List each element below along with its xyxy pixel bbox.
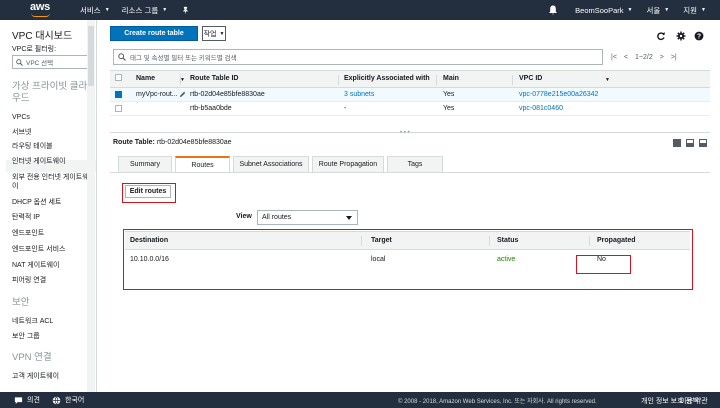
layout-full-icon[interactable] (673, 139, 681, 147)
table-row[interactable]: rtb-b5aa0bde - Yes vpc-081c0460 (110, 102, 710, 116)
highlight-edit-routes (122, 183, 176, 203)
sidebar-scrollbar[interactable] (87, 20, 95, 392)
pagination: |< < 1~2/2 > >| (611, 51, 711, 63)
col-name[interactable]: Name (136, 75, 155, 82)
sidebar-item-nat-gateways[interactable]: NAT 게이트웨이 (12, 261, 94, 270)
vpc-filter-select[interactable]: VPC 선택 (12, 55, 88, 69)
section-vpn: VPN 연결 (12, 352, 52, 363)
sidebar-title[interactable]: VPC 대시보드 (12, 27, 72, 42)
next-page-icon[interactable]: > (660, 54, 664, 61)
highlight-propagated (576, 255, 631, 274)
chevron-down-icon (346, 216, 352, 220)
region-menu[interactable]: 서울 ▼ (646, 5, 669, 16)
pane-splitter[interactable]: • • • (110, 130, 710, 136)
services-menu[interactable]: 서비스 ▼ (80, 5, 110, 16)
feedback-icon (14, 396, 23, 404)
select-all-checkbox[interactable] (115, 74, 122, 81)
pane-layout-controls (668, 139, 707, 147)
col-explicit-assoc[interactable]: Explicitly Associated with (344, 75, 430, 82)
last-page-icon[interactable]: >| (671, 54, 677, 61)
section-virtual-cloud: 가상 프라이빗 클라우드 (12, 81, 88, 104)
col-route-table-id[interactable]: Route Table ID (190, 75, 238, 82)
caret-down-icon: ▼ (701, 7, 706, 13)
language-selector[interactable]: 한국어 (52, 395, 84, 405)
sort-icon[interactable]: ▼ (180, 77, 185, 83)
tab-subnet-associations[interactable]: Subnet Associations (233, 156, 309, 173)
subnets-link[interactable]: 3 subnets (344, 91, 374, 98)
feedback-link[interactable]: 의견 (14, 395, 40, 405)
sidebar-item-elastic-ips[interactable]: 탄력적 IP (12, 213, 94, 222)
tab-route-propagation[interactable]: Route Propagation (312, 156, 384, 173)
terms-link[interactable]: 이용 약관 (680, 396, 708, 406)
user-menu[interactable]: BeomSooPark ▼ (575, 6, 632, 15)
create-route-table-button[interactable]: Create route table (110, 26, 198, 41)
table-row[interactable]: myVpc-rout... rtb-02d04e85bfe8830ae 3 su… (110, 88, 710, 102)
bell-icon[interactable] (547, 4, 559, 16)
route-tables-table: Name ▼ Route Table ID Explicitly Associa… (110, 70, 710, 116)
aws-logo[interactable]: aws (30, 0, 72, 20)
vpc-link[interactable]: vpc-0778e215e00a26342 (519, 91, 598, 98)
tab-tags[interactable]: Tags (387, 156, 443, 173)
filter-label: VPC로 필터링: (12, 46, 57, 53)
sidebar-item-internet-gateways[interactable]: 인터넷 게이트웨이 (12, 157, 94, 166)
edit-icon[interactable] (179, 91, 186, 98)
sort-icon[interactable]: ▼ (605, 77, 610, 83)
table-header: Name ▼ Route Table ID Explicitly Associa… (110, 70, 710, 88)
sidebar-item-subnets[interactable]: 서브넷 (12, 128, 94, 137)
copyright: © 2008 - 2018, Amazon Web Services, Inc.… (398, 399, 597, 405)
route-table-label: Route Table: rtb-02d04e85bfe8830ae (113, 139, 232, 146)
resource-groups-menu[interactable]: 리소스 그룹 ▼ (122, 5, 168, 16)
sidebar-item-endpoint-services[interactable]: 엔드포인트 서비스 (12, 245, 94, 254)
row-checkbox[interactable] (115, 105, 122, 112)
caret-down-icon: ▼ (162, 7, 168, 13)
search-input[interactable]: 태그 및 속성별 필터 또는 키워드별 검색 (113, 49, 603, 65)
sidebar-item-peering[interactable]: 피어링 연결 (12, 276, 94, 285)
vpc-link[interactable]: vpc-081c0460 (519, 105, 563, 112)
sidebar-item-customer-gateways[interactable]: 고객 게이트웨이 (12, 372, 94, 381)
footer: 의견 한국어 © 2008 - 2018, Amazon Web Service… (0, 392, 720, 408)
sidebar-item-network-acl[interactable]: 네트워크 ACL (12, 317, 94, 326)
tab-summary[interactable]: Summary (118, 156, 172, 173)
search-icon (16, 58, 23, 66)
row-checkbox[interactable] (115, 91, 122, 98)
section-security: 보안 (12, 297, 30, 308)
caret-down-icon: ▼ (219, 30, 225, 37)
refresh-icon[interactable] (656, 31, 666, 41)
caret-down-icon: ▼ (104, 7, 110, 13)
sidebar-item-security-groups[interactable]: 보안 그룹 (12, 332, 94, 341)
caret-down-icon: ▼ (627, 7, 633, 13)
drag-handle-icon[interactable]: • • • (400, 130, 410, 136)
sidebar-item-route-tables[interactable]: 라우팅 테이블 (12, 142, 94, 151)
svg-text:?: ? (697, 34, 701, 41)
view-label: View (236, 213, 252, 220)
top-navigation: aws 서비스 ▼ 리소스 그룹 ▼ BeomSooPark ▼ 서울 ▼ 지원 ▼ (0, 0, 720, 20)
sidebar-item-egress-only-igw[interactable]: 외부 전용 인터넷 게이트웨이 (12, 173, 94, 191)
view-select[interactable]: All routes (257, 210, 358, 225)
col-vpc-id[interactable]: VPC ID (519, 75, 542, 82)
page-info: 1~2/2 (635, 53, 653, 61)
search-icon (118, 53, 126, 61)
sidebar-item-dhcp-options[interactable]: DHCP 옵션 세트 (12, 198, 94, 207)
actions-button[interactable]: 작업 ▼ (202, 26, 226, 41)
support-menu[interactable]: 지원 ▼ (683, 5, 706, 16)
caret-down-icon: ▼ (664, 7, 670, 13)
pin-icon[interactable] (181, 6, 190, 15)
globe-icon (52, 396, 61, 405)
detail-tabs: Summary Routes Subnet Associations Route… (118, 156, 446, 173)
layout-bottom-icon[interactable] (699, 139, 707, 147)
help-icon[interactable]: ? (694, 31, 704, 41)
layout-split-icon[interactable] (686, 139, 694, 147)
col-main[interactable]: Main (443, 75, 459, 82)
sidebar-item-vpcs[interactable]: VPCs (12, 113, 94, 122)
sidebar-item-endpoints[interactable]: 엔드포인트 (12, 229, 94, 238)
prev-page-icon[interactable]: < (624, 54, 628, 61)
first-page-icon[interactable]: |< (611, 54, 617, 61)
sidebar: VPC 대시보드 VPC로 필터링: VPC 선택 가상 프라이빗 클라우드 V… (0, 20, 97, 392)
gear-icon[interactable] (676, 31, 686, 41)
tab-routes[interactable]: Routes (175, 156, 230, 173)
